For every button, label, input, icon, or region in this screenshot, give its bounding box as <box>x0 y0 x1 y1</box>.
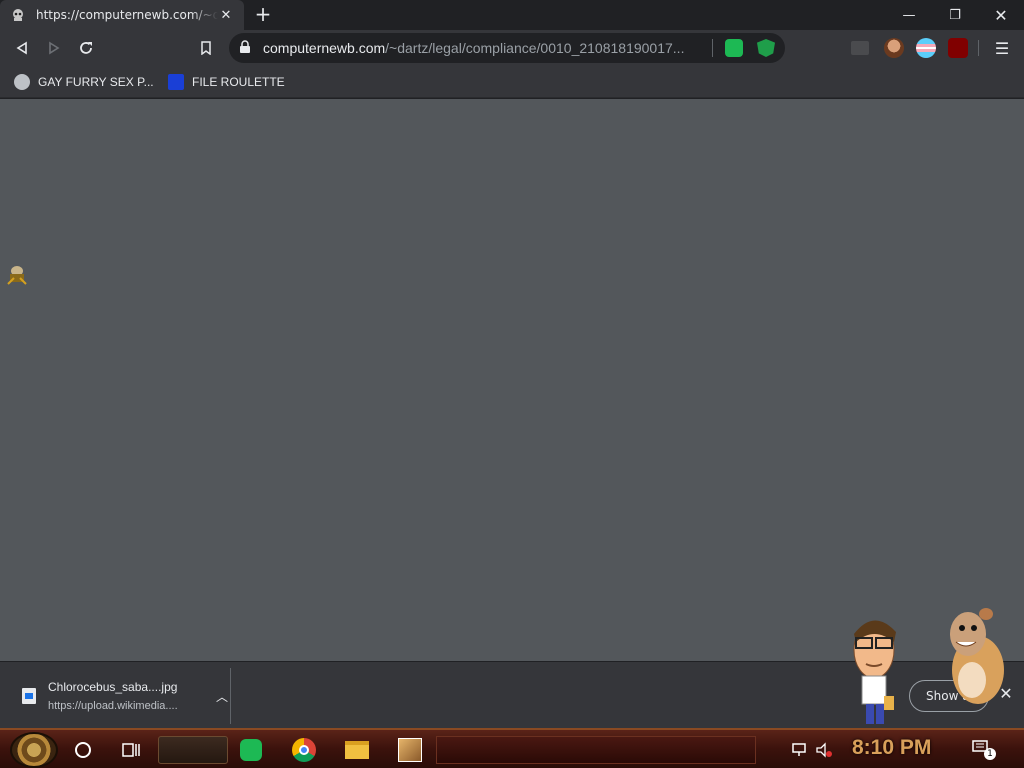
url-text: computernewb.com/~dartz/legal/compliance… <box>263 40 685 56</box>
tab-strip: https://computernewb.com/~dartz/legal/co… <box>0 0 1024 30</box>
bookmark-label: GAY FURRY SEX P... <box>38 75 154 89</box>
toolbar-divider <box>978 40 979 56</box>
menu-icon[interactable]: ☰ <box>990 36 1014 60</box>
chat-app-icon[interactable] <box>237 736 265 764</box>
chat-extension-icon[interactable] <box>725 39 743 57</box>
restore-button[interactable]: ❐ <box>932 0 978 30</box>
address-bar[interactable]: computernewb.com/~dartz/legal/compliance… <box>229 33 785 63</box>
pirate-favicon-icon <box>10 7 26 23</box>
taskbar-search-box[interactable] <box>158 736 228 764</box>
desktop-pet-sprite <box>4 262 32 288</box>
task-view-icon[interactable] <box>117 736 145 764</box>
browser-toolbar: computernewb.com/~dartz/legal/compliance… <box>0 30 1024 66</box>
back-button[interactable] <box>10 36 34 60</box>
action-center-icon[interactable]: 1 <box>972 740 996 760</box>
forward-button[interactable] <box>42 36 66 60</box>
minimize-button[interactable]: — <box>886 0 932 30</box>
active-tab[interactable]: https://computernewb.com/~dartz/legal/co… <box>0 0 244 30</box>
taskbar: 8:10 PM 1 <box>0 728 1024 768</box>
tab-title: https://computernewb.com/~dartz/legal/co… <box>36 8 218 22</box>
lock-icon[interactable] <box>239 39 253 58</box>
taskbar-decor-strip <box>436 736 756 764</box>
omnibox-divider <box>712 39 713 57</box>
globe-icon <box>14 74 30 90</box>
cartoon-man-sprite <box>848 612 904 726</box>
bookmarks-bar: GAY FURRY SEX P... FILE ROULETTE <box>0 66 1024 98</box>
close-tab-icon[interactable]: ✕ <box>218 8 234 23</box>
chevron-up-icon[interactable]: ︿ <box>214 688 230 705</box>
download-item[interactable]: Chlorocebus_saba....jpg https://upload.w… <box>14 672 230 720</box>
notification-count-badge: 1 <box>984 748 996 760</box>
reload-button[interactable] <box>74 36 98 60</box>
bookmark-item[interactable]: GAY FURRY SEX P... <box>14 72 154 92</box>
cortana-icon[interactable] <box>69 736 97 764</box>
image-file-icon <box>22 688 36 704</box>
download-divider <box>230 668 231 724</box>
volume-muted-icon[interactable] <box>810 736 838 764</box>
mft-icon <box>168 74 184 90</box>
start-button[interactable] <box>10 732 58 768</box>
game-app-icon[interactable] <box>396 736 424 764</box>
new-tab-button[interactable]: + <box>252 4 274 26</box>
flag-extension-icon[interactable] <box>916 38 936 58</box>
extension-placeholder-icon[interactable] <box>851 41 869 55</box>
bookmark-label: FILE ROULETTE <box>192 75 285 89</box>
file-explorer-icon[interactable] <box>343 736 371 764</box>
taskbar-clock[interactable]: 8:10 PM <box>852 736 931 760</box>
close-window-button[interactable]: ✕ <box>978 0 1024 30</box>
page-content <box>0 99 1024 661</box>
profile-avatar-icon[interactable] <box>884 38 904 58</box>
download-filename: Chlorocebus_saba....jpg <box>48 680 178 694</box>
hamster-sprite <box>942 604 1006 708</box>
ublock-icon[interactable] <box>948 38 968 58</box>
download-source: https://upload.wikimedia.... <box>48 700 178 712</box>
bookmark-item[interactable]: FILE ROULETTE <box>168 72 285 92</box>
bookmark-star-icon[interactable] <box>194 36 218 60</box>
shield-extension-icon[interactable] <box>757 39 775 57</box>
chrome-icon[interactable] <box>290 736 318 764</box>
